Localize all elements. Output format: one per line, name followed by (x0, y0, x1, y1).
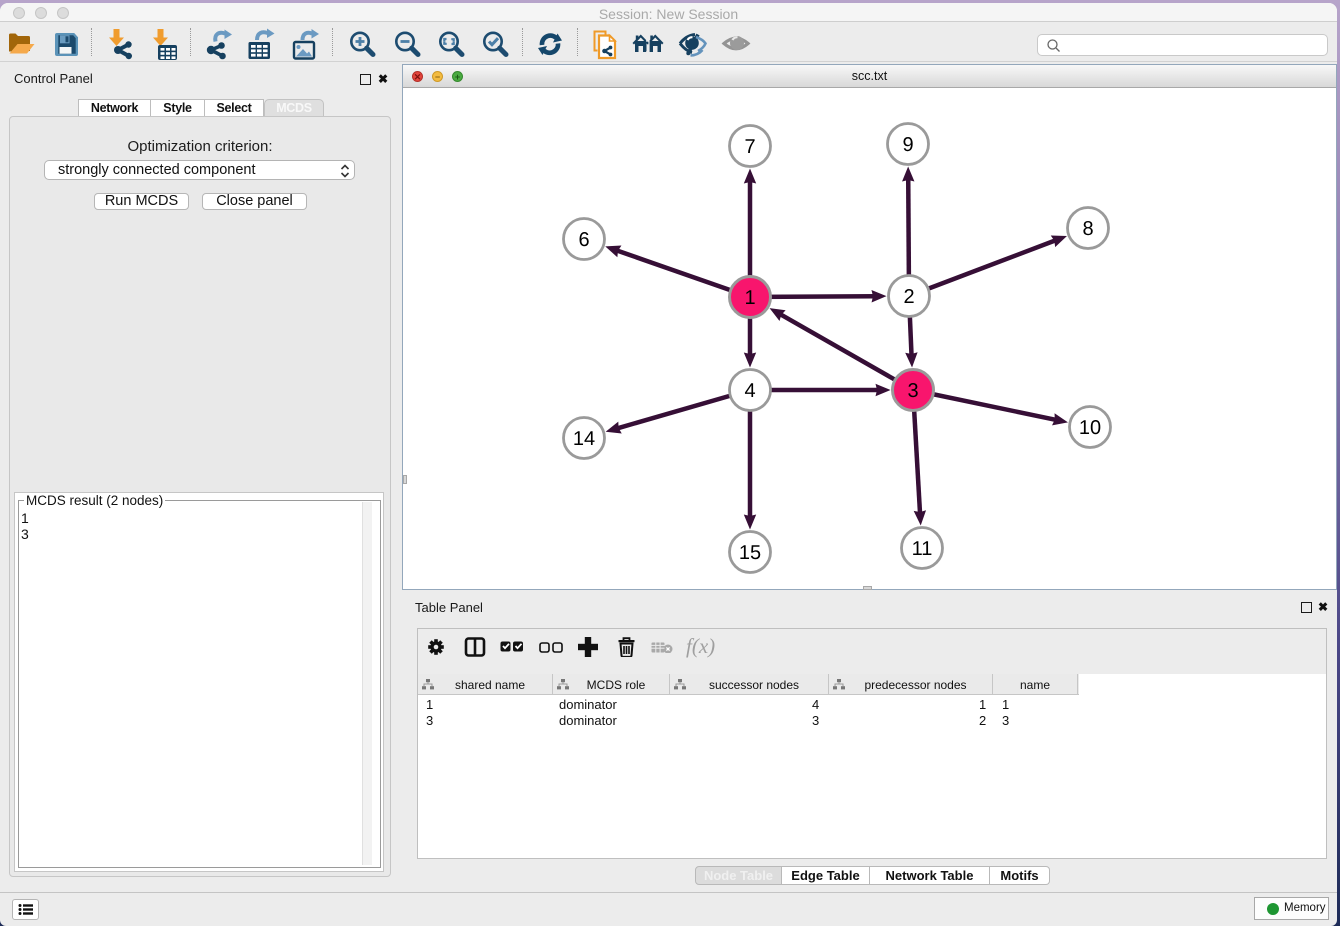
svg-text:6: 6 (578, 229, 589, 251)
svg-text:2: 2 (903, 286, 914, 308)
svg-text:10: 10 (1079, 417, 1101, 439)
svg-text:15: 15 (739, 542, 761, 564)
svg-text:1: 1 (744, 287, 755, 309)
svg-text:9: 9 (902, 134, 913, 156)
svg-text:7: 7 (744, 136, 755, 158)
svg-text:4: 4 (744, 380, 755, 402)
svg-text:3: 3 (907, 380, 918, 402)
svg-text:11: 11 (912, 538, 933, 560)
svg-text:14: 14 (573, 428, 595, 450)
svg-text:8: 8 (1082, 218, 1093, 240)
